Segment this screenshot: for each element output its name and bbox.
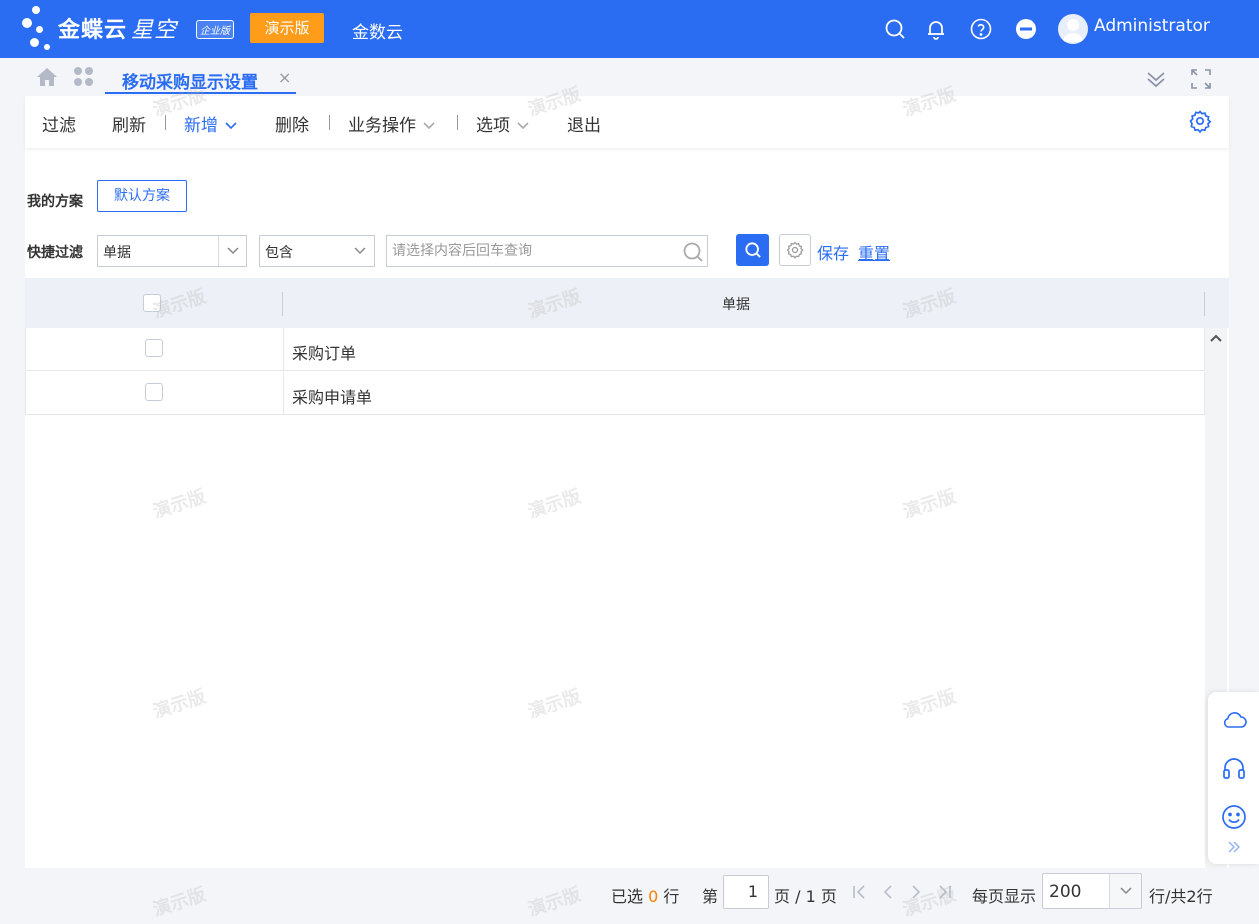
gear-icon[interactable] (1188, 109, 1212, 134)
selected-count: 已选 0 行 (611, 883, 679, 907)
page-prefix: 第 (702, 887, 719, 906)
toolbar: 过滤 刷新 新增 删除 业务操作 选项 退出 (25, 96, 1229, 148)
gear-icon (786, 241, 804, 259)
chevron-down-icon[interactable] (516, 116, 530, 136)
row-checkbox[interactable] (145, 339, 163, 357)
floating-service-bar (1208, 692, 1259, 864)
double-chevron-down-icon[interactable] (1145, 68, 1167, 90)
filter-field-value: 单据 (103, 245, 131, 261)
default-scheme-button[interactable]: 默认方案 (97, 180, 187, 212)
save-link[interactable]: 保存 (817, 240, 849, 264)
exit-button[interactable]: 退出 (567, 111, 601, 136)
options-label: 选项 (476, 116, 510, 136)
content-panel: 过滤 刷新 新增 删除 业务操作 选项 退出 我的方案 默认方案 快捷过滤 单据… (25, 96, 1229, 868)
close-icon[interactable]: × (278, 68, 291, 87)
row-checkbox[interactable] (145, 383, 163, 401)
data-center-name[interactable]: 金数云 (352, 18, 403, 43)
tab-label: 移动采购显示设置 (122, 73, 258, 93)
scheme-label: 我的方案 (27, 194, 83, 210)
per-page-label: 每页显示 (972, 887, 1037, 906)
business-ops-button[interactable]: 业务操作 (348, 111, 436, 136)
row-label: 采购订单 (292, 344, 357, 363)
top-header: 金蝶云 星空 企业版 演示版 金数云 Administrator (0, 0, 1259, 58)
chevron-down-icon[interactable] (218, 236, 246, 266)
brand-name: 金蝶云 星空 (58, 12, 177, 44)
minus-circle-icon[interactable] (1014, 17, 1038, 41)
toolbar-divider (329, 115, 330, 130)
search-field (386, 235, 708, 267)
cell-divider (283, 328, 284, 371)
avatar[interactable] (1058, 14, 1088, 44)
selected-number: 0 (648, 887, 659, 906)
expand-icon[interactable] (1226, 840, 1242, 858)
search-icon (744, 242, 761, 258)
filter-button[interactable]: 过滤 (42, 111, 76, 136)
table-row[interactable]: 采购申请单 (25, 372, 1205, 415)
refresh-button[interactable]: 刷新 (112, 111, 146, 136)
column-divider (1204, 292, 1205, 316)
filter-operator-value: 包含 (265, 245, 293, 261)
help-icon[interactable] (969, 17, 993, 41)
demo-badge: 演示版 (250, 13, 324, 43)
cloud-icon[interactable] (1220, 706, 1248, 734)
pagination: 已选 0 行 第 1 页 / 1 页 每页显示 200 行/共2行 (0, 868, 1259, 916)
edition-tag: 企业版 (196, 20, 234, 39)
chevron-down-icon[interactable] (422, 116, 436, 136)
page-number-input[interactable]: 1 (723, 875, 769, 909)
last-page-icon[interactable] (934, 882, 954, 902)
prev-page-icon[interactable] (878, 882, 898, 902)
bell-icon[interactable] (924, 17, 948, 41)
page-size-select[interactable]: 200 (1042, 873, 1142, 909)
home-icon[interactable] (36, 67, 58, 87)
add-button[interactable]: 新增 (184, 111, 238, 136)
smiley-icon[interactable] (1220, 803, 1248, 831)
filter-settings-button[interactable] (779, 234, 811, 266)
data-grid: 单据 采购订单 采购申请单 (25, 278, 1229, 868)
column-header-document[interactable]: 单据 (283, 294, 1189, 314)
options-button[interactable]: 选项 (476, 111, 530, 136)
toolbar-divider (165, 115, 166, 130)
selected-prefix: 已选 (611, 887, 644, 906)
brand-sub: 星空 (131, 18, 178, 43)
chevron-down-icon[interactable] (224, 116, 238, 136)
tab-mobile-purchase-settings[interactable]: 移动采购显示设置 × (105, 62, 296, 94)
kingdee-logo-icon (18, 6, 60, 52)
add-button-label: 新增 (184, 116, 218, 136)
apps-grid-icon[interactable] (74, 67, 94, 87)
next-page-icon[interactable] (906, 882, 926, 902)
total-rows: 行/共2行 (1149, 887, 1213, 906)
brand-main: 金蝶云 (58, 18, 128, 43)
toolbar-divider (457, 115, 458, 130)
cell-divider (283, 372, 284, 415)
username[interactable]: Administrator (1094, 16, 1210, 36)
quick-filter-label: 快捷过滤 (27, 245, 83, 261)
row-label: 采购申请单 (292, 388, 373, 407)
table-row[interactable]: 采购订单 (25, 328, 1205, 371)
search-icon[interactable] (681, 240, 705, 264)
page-total: 页 / 1 页 (774, 887, 837, 906)
select-all-checkbox[interactable] (143, 294, 161, 312)
search-button[interactable] (736, 234, 769, 266)
filter-operator-select[interactable]: 包含 (259, 235, 375, 267)
first-page-icon[interactable] (850, 882, 870, 902)
page-size-value: 200 (1049, 882, 1082, 902)
filter-field-select[interactable]: 单据 (97, 235, 247, 267)
selected-suffix: 行 (663, 887, 680, 906)
chevron-down-icon[interactable] (1109, 874, 1141, 908)
search-icon[interactable] (883, 17, 907, 41)
headset-icon[interactable] (1220, 754, 1248, 782)
grid-header: 单据 (25, 278, 1229, 328)
reset-link[interactable]: 重置 (858, 240, 890, 264)
search-input[interactable] (392, 240, 672, 262)
chevron-down-icon[interactable] (346, 236, 374, 266)
chevron-up-icon[interactable] (1208, 330, 1224, 346)
business-ops-label: 业务操作 (348, 116, 416, 136)
tab-bar: 移动采购显示设置 × (0, 58, 1259, 96)
fullscreen-icon[interactable] (1190, 68, 1212, 90)
delete-button[interactable]: 删除 (275, 111, 309, 136)
